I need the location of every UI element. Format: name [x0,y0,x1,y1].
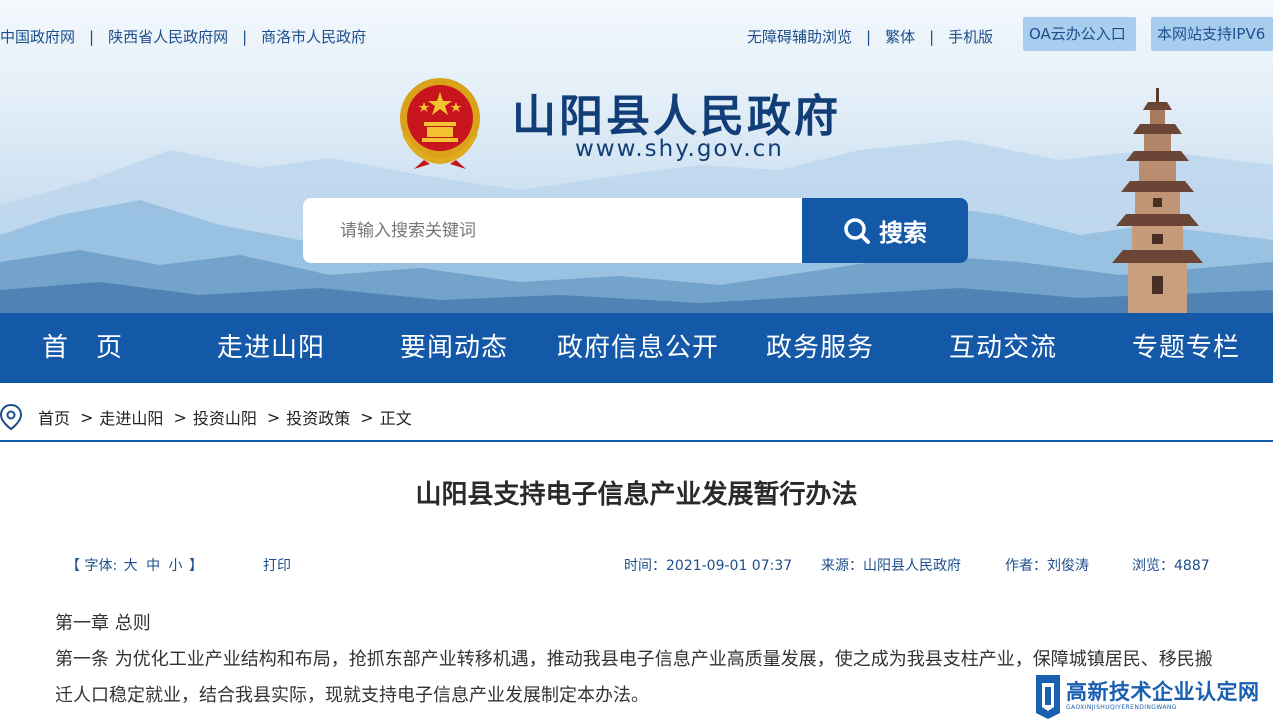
top-links-right: 无障碍辅助浏览 | 繁体 | 手机版 [747,26,993,47]
site-url: www.shy.gov.cn [575,136,784,162]
article-title: 山阳县支持电子信息产业发展暂行办法 [415,480,858,510]
top-links-left: 中国政府网 | 陕西省人民政府网 | 商洛市人民政府 [0,26,366,47]
search-button-label: 搜索 [879,219,927,247]
font-size-control: 【 字体: 大 中 小 】 [66,555,203,575]
article-author: 作者：刘俊涛 [1005,558,1089,574]
location-pin-icon [0,404,22,430]
link-traditional-chinese[interactable]: 繁体 [885,26,915,47]
article-source: 来源：山阳县人民政府 [821,558,961,574]
font-size-small[interactable]: 小 [169,558,183,574]
breadcrumb-arrow: > [360,407,374,427]
nav-item-interaction[interactable]: 互动交流 [949,313,1057,383]
font-size-close: 】 [188,558,203,574]
chapter-heading: 第一章 总则 [55,613,151,634]
link-accessibility[interactable]: 无障碍辅助浏览 [747,26,852,47]
watermark-subtext: GAOXINJISHUQIYERENDINGWANG [1066,704,1177,711]
breadcrumb-arrow: > [80,407,94,427]
link-shaanxi-gov[interactable]: 陕西省人民政府网 [108,26,228,47]
watermark-logo-icon [1036,674,1060,719]
separator: | [866,27,872,46]
breadcrumb-home[interactable]: 首页 [38,405,70,429]
oa-cloud-office-button[interactable]: OA云办公入口 [1023,17,1136,51]
separator: | [929,27,935,46]
search-input[interactable] [303,198,803,263]
breadcrumb-arrow: > [266,407,281,427]
header-banner: 中国政府网 | 陕西省人民政府网 | 商洛市人民政府 无障碍辅助浏览 | 繁体 … [0,0,1273,313]
view-count: 浏览：4887 [1132,558,1210,574]
separator: | [89,27,95,46]
breadcrumb-current: 正文 [379,409,412,428]
font-size-large[interactable]: 大 [124,558,138,574]
watermark: 高新技术企业认定网 GAOXINJISHUQIYERENDINGWANG [1028,670,1273,721]
breadcrumb-divider [0,440,1273,442]
pagoda-illustration [1112,88,1203,313]
nav-item-gov-info-disclosure[interactable]: 政府信息公开 [557,313,719,383]
breadcrumb-invest-policy[interactable]: 投资政策 [286,405,350,429]
site-title: 山阳县人民政府 [512,91,841,142]
national-emblem-icon [400,78,480,169]
search-icon [844,217,870,244]
print-link[interactable]: 打印 [263,555,291,575]
ipv6-support-badge[interactable]: 本网站支持IPV6 [1151,17,1273,51]
link-shangluo-gov[interactable]: 商洛市人民政府 [261,26,366,47]
nav-item-home[interactable]: 首 页 [42,313,123,383]
nav-item-about-shanyang[interactable]: 走进山阳 [217,313,325,383]
nav-item-special-topics[interactable]: 专题专栏 [1132,313,1240,383]
link-central-gov[interactable]: 中国政府网 [0,26,75,47]
font-size-label: 【 字体: [66,558,118,574]
breadcrumb-arrow: > [173,407,187,427]
main-nav: 首 页 走进山阳 要闻动态 政府信息公开 政务服务 互动交流 专题专栏 [0,313,1273,383]
breadcrumb: 首页 > 走进山阳 > 投资山阳 > 投资政策 > 正文 [0,402,412,432]
breadcrumb-about-shanyang[interactable]: 走进山阳 [99,405,163,429]
font-size-medium[interactable]: 中 [146,558,160,574]
separator: | [242,27,248,46]
publish-time: 时间：2021-09-01 07:37 [624,558,793,574]
breadcrumb-invest-shanyang[interactable]: 投资山阳 [193,405,257,429]
search-button[interactable]: 搜索 [802,198,968,263]
watermark-text: 高新技术企业认定网 [1066,680,1260,704]
nav-item-news[interactable]: 要闻动态 [400,313,508,383]
nav-item-gov-services[interactable]: 政务服务 [766,313,874,383]
link-mobile-version[interactable]: 手机版 [948,26,993,47]
